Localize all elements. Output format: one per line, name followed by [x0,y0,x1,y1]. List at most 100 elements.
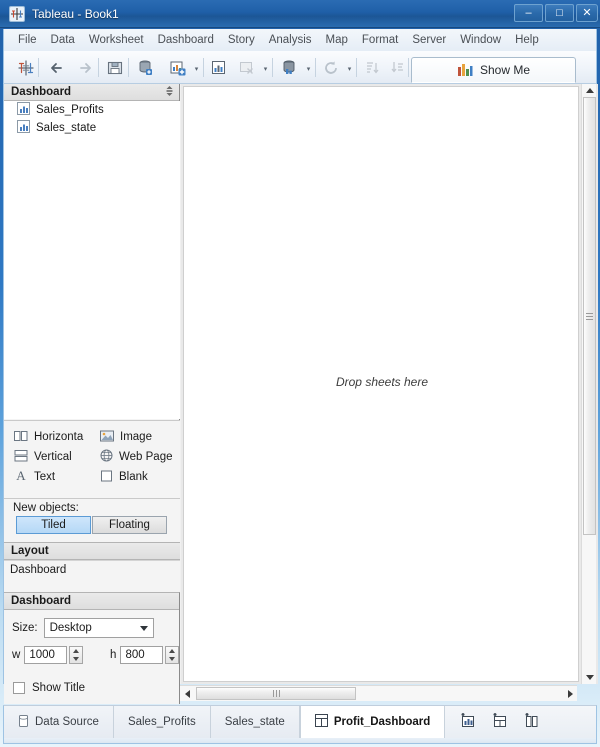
object-blank[interactable]: Blank [90,469,180,485]
floating-button[interactable]: Floating [92,516,167,534]
swap-chevron-down-icon[interactable]: ▾ [305,66,312,73]
scroll-down-button[interactable] [582,671,597,684]
toolbar-separator [272,58,273,77]
svg-text:A: A [16,469,26,482]
show-me-bar-chart-icon [457,62,473,79]
new-worksheet-button[interactable] [457,711,479,733]
refresh-data-source-icon[interactable] [319,56,343,80]
maximize-icon: □ [556,7,563,19]
totals-icon[interactable] [385,56,409,80]
horizontal-container-icon [14,430,28,445]
new-worksheet-icon[interactable] [166,56,190,80]
text-a-icon: A [14,469,28,485]
new-data-source-icon[interactable] [134,56,158,80]
width-input[interactable]: 1000 [24,646,68,664]
vertical-scrollbar-thumb[interactable] [583,97,596,535]
swap-rows-columns-icon[interactable] [278,56,302,80]
vertical-scrollbar[interactable] [581,84,596,684]
list-item[interactable]: Sales_state [4,119,180,137]
worksheet-bar-icon [17,102,30,118]
layout-tree-item[interactable]: Dashboard [4,561,180,576]
list-item[interactable]: Sales_Profits [4,101,180,119]
width-stepper[interactable] [69,646,83,664]
dashboard-canvas-area: Drop sheets here [181,84,598,684]
size-row: Size: Desktop [4,610,179,638]
object-horizontal-label: Horizonta [34,431,84,443]
image-icon [100,430,114,445]
grip-icon [272,690,280,697]
object-horizontal[interactable]: Horizonta [4,429,90,445]
sort-sheets-icon[interactable] [164,85,175,100]
show-title-row[interactable]: Show Title [4,664,179,694]
show-title-checkbox[interactable] [13,682,25,694]
menu-item-help[interactable]: Help [508,32,546,48]
size-select[interactable]: Desktop [43,618,154,638]
menu-item-worksheet[interactable]: Worksheet [82,32,151,48]
menu-item-data[interactable]: Data [44,32,82,48]
drop-sheets-hint: Drop sheets here [335,375,429,389]
minimize-icon: – [525,7,532,19]
sheet-list: Sales_Profits Sales_state [4,101,180,419]
maximize-button[interactable]: □ [545,4,574,22]
toolbar-separator [128,58,129,77]
clear-sheet-icon[interactable] [235,56,259,80]
tab-data-source-label: Data Source [35,716,99,728]
duplicate-sheet-icon[interactable] [207,56,231,80]
tab-data-source[interactable]: Data Source [4,706,114,738]
stepper-up-icon [73,649,80,653]
menu-item-map[interactable]: Map [319,32,355,48]
menu-item-analysis[interactable]: Analysis [262,32,319,48]
height-stepper[interactable] [165,646,179,664]
dashboard-panel-header: Dashboard [4,84,179,101]
scroll-right-button[interactable] [563,686,577,701]
new-worksheet-chevron-down-icon[interactable]: ▾ [193,66,200,73]
tiled-button[interactable]: Tiled [16,516,91,534]
menu-item-format[interactable]: Format [355,32,405,48]
menu-item-server[interactable]: Server [405,32,453,48]
dashboard-canvas[interactable]: Drop sheets here [183,86,579,682]
close-button[interactable]: ✕ [576,4,598,22]
width-height-row: w 1000 h 800 [4,638,179,664]
tab-profit-dashboard[interactable]: Profit_Dashboard [299,706,446,738]
show-me-label: Show Me [479,63,531,77]
tab-sales-state[interactable]: Sales_state [210,706,300,738]
layout-panel-header: Layout [4,543,180,560]
tab-sales-profits[interactable]: Sales_Profits [113,706,211,738]
object-image[interactable]: Image [90,429,180,445]
show-me-button[interactable]: Show Me [411,57,576,83]
object-web-page[interactable]: Web Page [90,449,180,465]
title-bar: Tableau - Book1 – □ ✕ [0,0,600,28]
menu-item-story[interactable]: Story [221,32,262,48]
toolbar-separator [356,58,357,77]
horizontal-scrollbar[interactable] [180,685,577,701]
object-vertical-label: Vertical [34,451,72,463]
menu-item-window[interactable]: Window [453,32,508,48]
object-text[interactable]: A Text [4,469,90,485]
object-vertical[interactable]: Vertical [4,449,90,465]
show-title-label: Show Title [32,682,86,694]
worksheet-bar-icon [17,120,30,136]
height-input[interactable]: 800 [120,646,164,664]
scroll-up-button[interactable] [582,84,597,97]
scroll-left-button[interactable] [180,686,194,701]
minimize-button[interactable]: – [514,4,543,22]
list-item-label: Sales_Profits [36,104,104,116]
new-dashboard-button[interactable] [489,711,511,733]
toolbar-separator [408,58,409,77]
chevron-up-icon [585,88,594,93]
new-story-button[interactable] [521,711,543,733]
menu-item-file[interactable]: File [11,32,44,48]
menu-item-dashboard[interactable]: Dashboard [151,32,221,48]
sort-ascending-icon[interactable] [361,56,385,80]
redo-forward-icon[interactable] [73,56,97,80]
dashboard-panel-title: Dashboard [11,86,72,98]
chevron-right-icon [567,689,573,698]
save-icon[interactable] [103,56,127,80]
undo-back-icon[interactable] [45,56,69,80]
tableau-home-icon[interactable] [14,56,38,80]
dashboard-settings-title: Dashboard [11,595,72,607]
status-strip [3,738,597,744]
list-item-label: Sales_state [36,122,97,134]
horizontal-scrollbar-thumb[interactable] [196,687,356,700]
stepper-up-icon [169,649,176,653]
